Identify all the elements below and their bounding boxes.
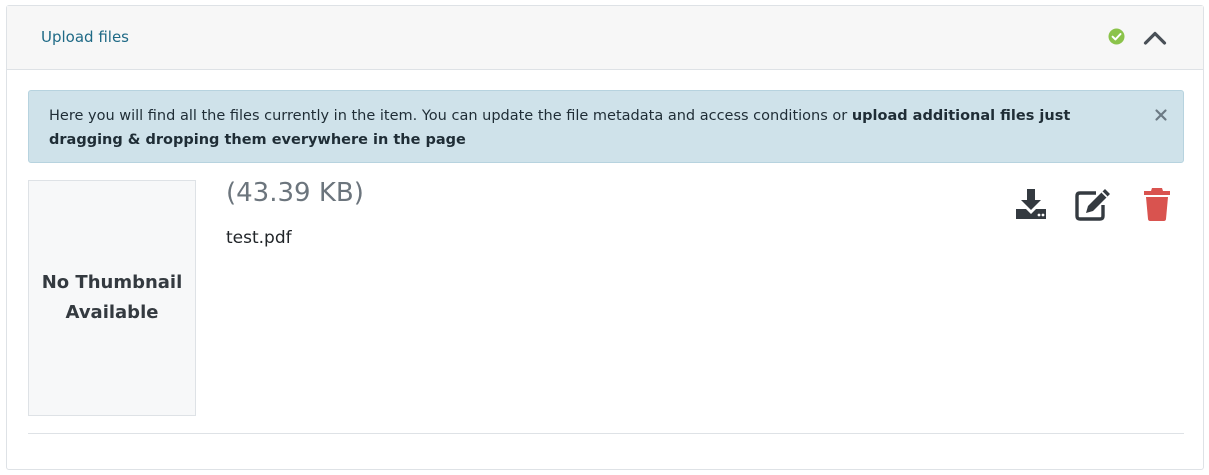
chevron-up-icon bbox=[1143, 31, 1167, 45]
edit-icon bbox=[1075, 189, 1110, 221]
trash-icon bbox=[1144, 188, 1170, 221]
divider bbox=[28, 433, 1184, 434]
close-icon[interactable] bbox=[1153, 107, 1169, 123]
collapse-button[interactable] bbox=[1140, 24, 1170, 52]
file-size: (43.39 KB) bbox=[226, 178, 364, 208]
alert-text: Here you will find all the files current… bbox=[49, 108, 852, 124]
panel-title[interactable]: Upload files bbox=[41, 28, 129, 46]
edit-button[interactable] bbox=[1073, 184, 1113, 224]
file-name: test.pdf bbox=[226, 228, 292, 248]
thumbnail-text-line1: No Thumbnail bbox=[41, 272, 183, 293]
info-alert: Here you will find all the files current… bbox=[28, 90, 1184, 163]
delete-button[interactable] bbox=[1137, 184, 1177, 224]
upload-files-panel: Upload files Here you will find all the … bbox=[6, 5, 1204, 470]
download-button[interactable] bbox=[1011, 184, 1051, 224]
file-actions bbox=[1007, 184, 1187, 224]
thumbnail-text-line2: Available bbox=[65, 302, 159, 323]
check-circle-icon bbox=[1108, 28, 1125, 45]
panel-header[interactable]: Upload files bbox=[7, 6, 1203, 70]
file-thumbnail: No Thumbnail Available bbox=[28, 180, 196, 416]
download-icon bbox=[1016, 189, 1046, 219]
